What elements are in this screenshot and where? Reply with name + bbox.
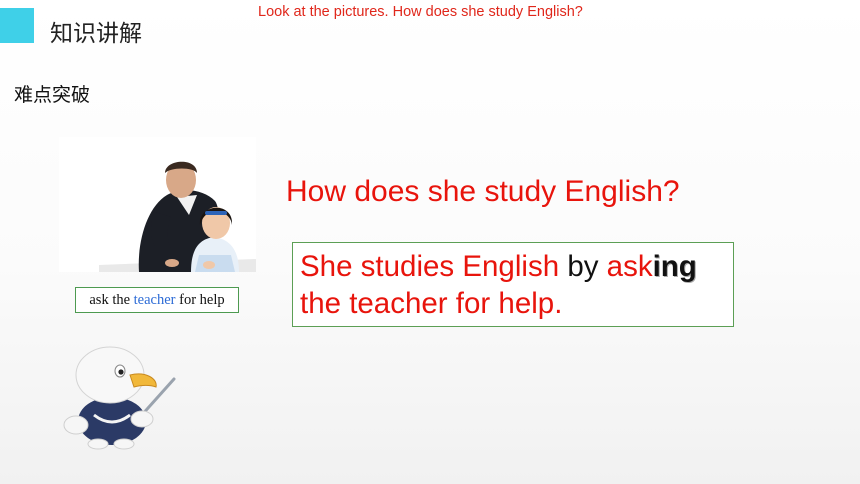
answer-part-1: She studies English — [300, 250, 568, 283]
answer-part-3: ask — [606, 250, 653, 283]
caption-text-before: ask the — [89, 292, 134, 308]
photo-caption: ask the teacher for help — [75, 287, 239, 313]
caption-text-after: for help — [175, 292, 225, 308]
answer-suffix-ing: ing — [652, 250, 697, 283]
answer-part-2: by — [567, 250, 607, 283]
top-instruction: Look at the pictures. How does she study… — [258, 4, 583, 20]
title-accent-bar — [0, 8, 34, 43]
question-text: How does she study English? — [286, 175, 680, 208]
eagle-mascot-icon — [60, 345, 180, 455]
section-title: 知识讲解 — [50, 21, 142, 47]
caption-highlight: teacher — [133, 292, 176, 308]
answer-line-2: the teacher for help. — [300, 287, 563, 320]
answer-box: She studies English by asking the teache… — [292, 242, 734, 327]
answer-line-1: She studies English by asking — [300, 248, 733, 285]
teacher-student-photo — [59, 137, 256, 272]
sub-heading: 难点突破 — [14, 84, 91, 106]
